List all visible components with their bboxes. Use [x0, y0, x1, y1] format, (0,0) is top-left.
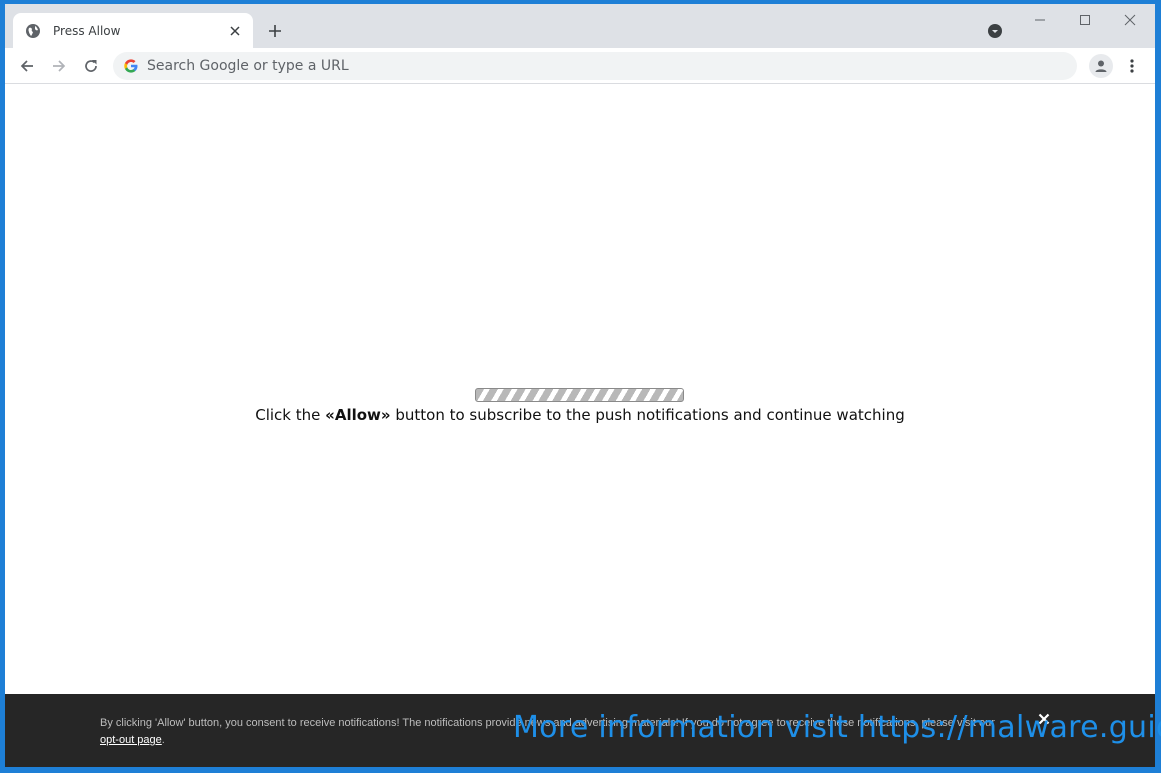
notice-period: .	[161, 734, 165, 746]
back-icon[interactable]	[13, 52, 41, 80]
page-content: Click the «Allow» button to subscribe to…	[5, 84, 1155, 694]
browser-window: Press Allow Search Google or type a URL …	[5, 4, 1155, 767]
progress-fill	[476, 389, 683, 401]
subscribe-message: Click the «Allow» button to subscribe to…	[5, 406, 1155, 424]
message-suffix: button to subscribe to the push notifica…	[390, 406, 905, 424]
tab-title: Press Allow	[53, 23, 121, 38]
tab-press-allow[interactable]: Press Allow	[13, 13, 253, 48]
plus-icon[interactable]	[264, 20, 286, 42]
opt-out-link[interactable]: opt-out page	[100, 734, 162, 746]
tab-search-icon[interactable]	[985, 21, 1005, 41]
omnibox[interactable]	[113, 52, 1077, 80]
forward-icon[interactable]	[45, 52, 73, 80]
maximize-icon[interactable]	[1062, 4, 1108, 36]
window-close-icon[interactable]	[1107, 4, 1153, 36]
minimize-icon[interactable]	[1017, 4, 1063, 36]
message-allow: «Allow»	[325, 406, 391, 424]
search-input[interactable]	[147, 58, 1027, 74]
google-icon	[123, 58, 139, 74]
toolbar	[5, 48, 1155, 84]
watermark-text: More information visit https://malware.g…	[513, 710, 1161, 745]
menu-icon[interactable]	[1122, 54, 1142, 78]
message-prefix: Click the	[255, 406, 326, 424]
close-icon[interactable]	[225, 21, 245, 41]
reload-icon[interactable]	[77, 52, 105, 80]
tab-strip: Press Allow	[5, 4, 1155, 48]
profile-icon[interactable]	[1089, 54, 1113, 78]
loading-progress-bar	[475, 388, 684, 402]
globe-icon	[25, 23, 41, 39]
